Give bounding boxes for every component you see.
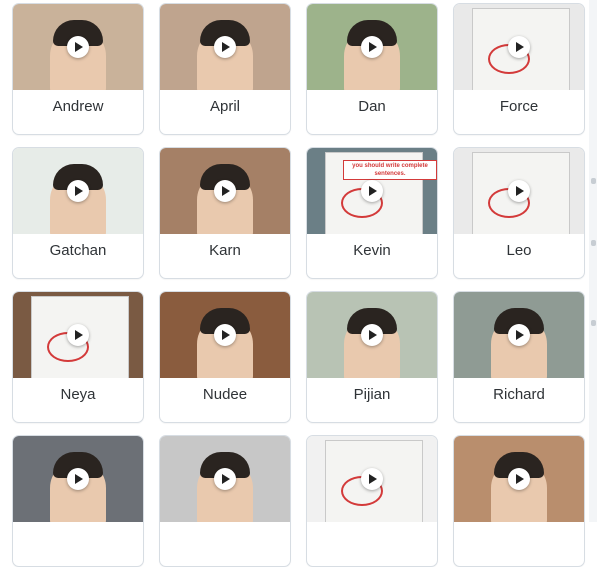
video-thumbnail[interactable] <box>454 292 584 378</box>
student-name: Gatchan <box>49 242 107 259</box>
student-name: Kevin <box>353 242 391 259</box>
student-name: Dan <box>358 98 386 115</box>
student-name <box>160 522 290 566</box>
student-name: Leo <box>506 242 532 259</box>
student-name: Force <box>499 98 539 115</box>
play-icon[interactable] <box>67 324 89 346</box>
edge-mark <box>591 320 596 326</box>
right-edge-scroll-strip[interactable] <box>589 0 597 522</box>
student-video-card[interactable]: Gatchan <box>12 147 144 279</box>
student-video-card[interactable]: Force <box>453 3 585 135</box>
play-icon[interactable] <box>214 468 236 490</box>
student-video-card[interactable] <box>12 435 144 567</box>
play-icon[interactable] <box>361 180 383 202</box>
student-name <box>13 522 143 566</box>
student-video-card[interactable]: April <box>159 3 291 135</box>
video-thumbnail[interactable] <box>454 148 584 234</box>
video-thumbnail[interactable] <box>13 436 143 522</box>
play-icon[interactable] <box>67 36 89 58</box>
play-icon[interactable] <box>508 36 530 58</box>
video-thumbnail[interactable] <box>160 4 290 90</box>
student-video-card[interactable]: Nudee <box>159 291 291 423</box>
video-thumbnail[interactable] <box>13 148 143 234</box>
play-icon[interactable] <box>508 324 530 346</box>
student-name: Neya <box>60 386 96 403</box>
student-name: Andrew <box>52 98 104 115</box>
video-thumbnail[interactable] <box>13 4 143 90</box>
student-video-card[interactable]: Neya <box>12 291 144 423</box>
teacher-comment-banner: you should write complete sentences. <box>343 160 437 180</box>
play-icon[interactable] <box>508 180 530 202</box>
student-video-card[interactable]: Karn <box>159 147 291 279</box>
video-thumbnail[interactable] <box>454 436 584 522</box>
student-video-card[interactable] <box>453 435 585 567</box>
student-video-card[interactable]: you should write complete sentences. Kevi… <box>306 147 438 279</box>
student-video-card[interactable] <box>159 435 291 567</box>
video-thumbnail[interactable] <box>307 292 437 378</box>
video-thumbnail[interactable] <box>13 292 143 378</box>
play-icon[interactable] <box>214 36 236 58</box>
play-icon[interactable] <box>361 468 383 490</box>
video-thumbnail[interactable] <box>160 292 290 378</box>
student-name: April <box>209 98 240 115</box>
student-video-card[interactable]: Richard <box>453 291 585 423</box>
student-video-card[interactable]: Leo <box>453 147 585 279</box>
student-name: Karn <box>209 242 241 259</box>
play-icon[interactable] <box>508 468 530 490</box>
video-thumbnail[interactable]: you should write complete sentences. <box>307 148 437 234</box>
student-name: Pijian <box>353 386 391 403</box>
video-thumbnail[interactable] <box>307 4 437 90</box>
video-thumbnail[interactable] <box>160 148 290 234</box>
edge-mark <box>591 178 596 184</box>
play-icon[interactable] <box>361 324 383 346</box>
student-name <box>454 522 584 566</box>
video-thumbnail[interactable] <box>454 4 584 90</box>
student-video-card[interactable] <box>306 435 438 567</box>
student-video-card[interactable]: Pijian <box>306 291 438 423</box>
student-video-card[interactable]: Dan <box>306 3 438 135</box>
play-icon[interactable] <box>214 324 236 346</box>
edge-mark <box>591 240 596 246</box>
student-video-card[interactable]: Andrew <box>12 3 144 135</box>
student-video-grid: Andrew April Dan Force Gatchan Karn you should… <box>12 3 585 567</box>
student-name: Richard <box>493 386 545 403</box>
video-thumbnail[interactable] <box>307 436 437 522</box>
student-name: Nudee <box>202 386 248 403</box>
video-thumbnail[interactable] <box>160 436 290 522</box>
play-icon[interactable] <box>67 180 89 202</box>
play-icon[interactable] <box>67 468 89 490</box>
play-icon[interactable] <box>361 36 383 58</box>
student-name <box>307 522 437 566</box>
play-icon[interactable] <box>214 180 236 202</box>
